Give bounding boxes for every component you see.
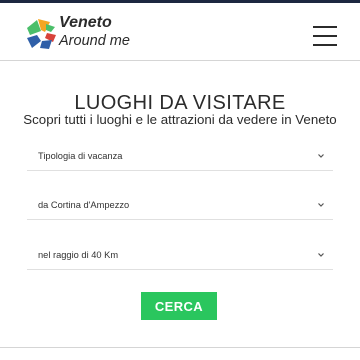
vacation-type-label: Tipologia di vacanza xyxy=(38,151,123,161)
brand-title: Veneto xyxy=(59,14,112,31)
veneto-flower-logo-icon[interactable] xyxy=(24,16,58,50)
brand[interactable]: Veneto Around me xyxy=(59,15,130,49)
brand-subtitle: Around me xyxy=(59,33,130,49)
origin-city-select[interactable]: da Cortina d'Ampezzo xyxy=(27,190,333,220)
page-subtitle: Scopri tutti i luoghi e le attrazioni da… xyxy=(23,112,337,127)
radius-select[interactable]: nel raggio di 40 Km xyxy=(27,240,333,270)
chevron-down-icon xyxy=(318,253,324,257)
app-header: Veneto Around me xyxy=(0,3,360,61)
vacation-type-select[interactable]: Tipologia di vacanza xyxy=(27,141,333,171)
radius-label: nel raggio di 40 Km xyxy=(38,250,119,260)
chevron-down-icon xyxy=(318,203,324,207)
chevron-down-icon xyxy=(318,154,324,158)
divider xyxy=(0,347,360,348)
origin-city-label: da Cortina d'Ampezzo xyxy=(38,200,130,210)
hamburger-menu-icon[interactable] xyxy=(313,26,337,53)
search-button[interactable]: CERCA xyxy=(141,292,217,320)
